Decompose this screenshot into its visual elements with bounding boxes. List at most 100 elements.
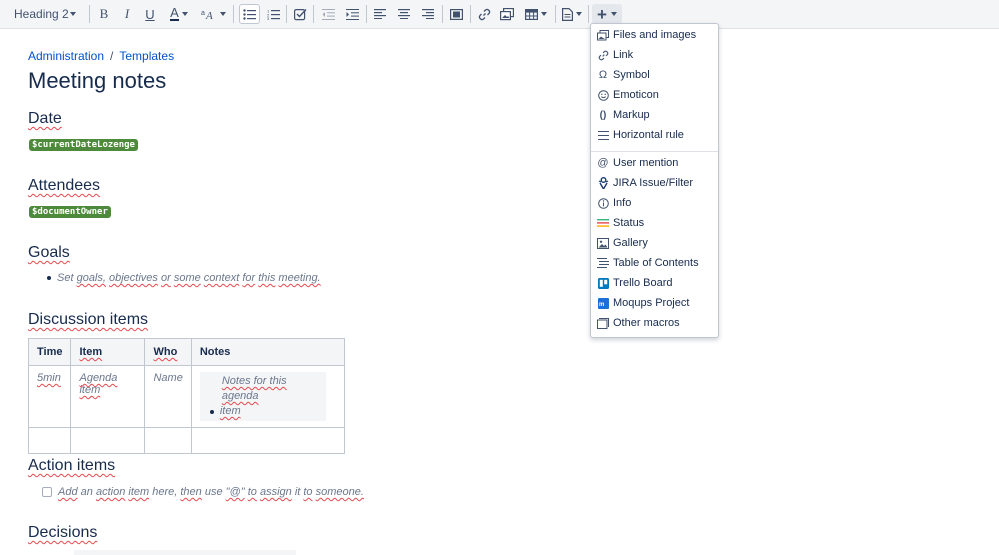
current-date-lozenge[interactable]: $currentDateLozenge [29, 139, 138, 151]
menu-item-label: JIRA Issue/Filter [613, 177, 694, 189]
breadcrumb-separator: / [110, 49, 114, 63]
table-of-contents-icon [597, 257, 609, 269]
table-header-notes[interactable]: Notes [190, 338, 345, 366]
moqups-icon: m [597, 297, 609, 309]
menu-item-label: Info [613, 197, 632, 209]
placeholder-word: an [80, 486, 93, 498]
jira-icon [597, 177, 609, 189]
menu-item-trello-board[interactable]: Trello Board [591, 273, 718, 293]
menu-item-gallery[interactable]: Gallery [591, 233, 718, 253]
smiley-icon [597, 89, 609, 101]
discussion-heading[interactable]: Discussion items [28, 311, 148, 329]
italic-button[interactable]: I [117, 4, 137, 24]
table-cell-item[interactable]: Agenda item [70, 365, 146, 428]
goal-list-item[interactable]: Set goals, objectives or some context fo… [47, 272, 321, 284]
attendees-heading[interactable]: Attendees [28, 177, 100, 195]
table-row: 5min Agenda item Name Notes for this age… [27, 365, 345, 428]
cell-text: 5min [37, 372, 61, 384]
toolbar-divider [286, 5, 287, 23]
breadcrumb-link-administration[interactable]: Administration [28, 49, 104, 63]
date-heading[interactable]: Date [28, 110, 62, 128]
menu-item-other-macros[interactable]: Other macros [591, 313, 718, 333]
task-list-button[interactable] [290, 4, 310, 24]
numbered-list-button[interactable]: 123 [263, 4, 283, 24]
placeholder-word: use [204, 486, 223, 498]
insert-table-button[interactable] [521, 4, 551, 24]
chevron-down-icon [610, 12, 617, 16]
toolbar-divider [470, 5, 471, 23]
table-cell-notes[interactable]: Notes for this agenda item [190, 365, 345, 428]
placeholder-word: then [180, 486, 202, 498]
menu-item-label: Trello Board [613, 277, 673, 289]
chevron-down-icon [181, 12, 188, 16]
chevron-down-icon [541, 12, 547, 16]
toolbar-divider [588, 5, 589, 23]
menu-item-user-mention[interactable]: @ User mention [591, 153, 718, 173]
bold-button[interactable]: B [94, 4, 114, 24]
indent-button[interactable] [342, 4, 362, 24]
insert-image-button[interactable] [497, 4, 517, 24]
menu-item-emoticon[interactable]: Emoticon [591, 85, 718, 105]
decisions-heading[interactable]: Decisions [28, 524, 97, 542]
bold-icon: B [99, 6, 109, 21]
table-cell[interactable] [70, 427, 146, 454]
page-layout-button[interactable] [446, 4, 466, 24]
breadcrumb-link-templates[interactable]: Templates [119, 49, 174, 63]
placeholder-word: assign [259, 486, 292, 498]
goal-placeholder: Set goals, objectives or some context fo… [57, 272, 321, 284]
placeholder-word: or [160, 272, 171, 284]
table-cell-time[interactable]: 5min [27, 365, 72, 428]
text-format-button[interactable]: aA [198, 4, 228, 24]
decisions-placeholder[interactable] [74, 550, 296, 555]
outdent-button[interactable] [318, 4, 338, 24]
notes-placeholder: Notes for this agenda item [199, 372, 326, 421]
toolbar-divider [555, 5, 556, 23]
align-center-button[interactable] [394, 4, 414, 24]
chevron-down-icon [576, 12, 582, 16]
page-template-button[interactable] [559, 4, 585, 24]
menu-item-moqups-project[interactable]: m Moqups Project [591, 293, 718, 313]
menu-item-horizontal-rule[interactable]: Horizontal rule [591, 125, 718, 145]
insert-link-button[interactable] [474, 4, 494, 24]
menu-item-table-of-contents[interactable]: Table of Contents [591, 253, 718, 273]
table-header-time[interactable]: Time [27, 338, 72, 366]
page-layout-icon [449, 8, 463, 20]
table-cell[interactable] [144, 427, 192, 454]
menu-item-info[interactable]: Info [591, 193, 718, 213]
horizontal-rule-icon [597, 129, 609, 141]
placeholder-word: item [128, 486, 150, 498]
menu-item-status[interactable]: Status [591, 213, 718, 233]
action-items-heading[interactable]: Action items [28, 457, 115, 475]
menu-item-link[interactable]: Link [591, 45, 718, 65]
svg-text:3: 3 [267, 16, 270, 20]
menu-item-markup[interactable]: () Markup [591, 105, 718, 125]
action-item[interactable]: Add an action item here, then use "@" to… [42, 486, 364, 498]
document-owner-lozenge[interactable]: $documentOwner [29, 206, 111, 218]
toolbar-divider [313, 5, 314, 23]
text-color-button[interactable]: A [163, 4, 195, 24]
menu-item-files-and-images[interactable]: Files and images [591, 25, 718, 45]
table-header-item[interactable]: Item [70, 338, 146, 366]
goals-heading[interactable]: Goals [28, 244, 70, 262]
page-title[interactable]: Meeting notes [28, 68, 166, 94]
chevron-down-icon [70, 12, 76, 16]
bullet-icon [47, 276, 51, 280]
table-cell[interactable] [190, 427, 345, 454]
table-header-who[interactable]: Who [144, 338, 192, 366]
align-right-button[interactable] [418, 4, 438, 24]
menu-item-symbol[interactable]: Ω Symbol [591, 65, 718, 85]
heading-select[interactable]: Heading 2 [8, 4, 82, 24]
bullet-list-button[interactable] [239, 4, 260, 24]
table-cell[interactable] [27, 427, 72, 454]
header-text: Item [79, 346, 103, 358]
notes-list-item: item [209, 404, 322, 419]
omega-icon: Ω [598, 69, 608, 81]
insert-more-button[interactable]: + [592, 4, 622, 24]
menu-item-label: Other macros [613, 317, 680, 329]
align-left-button[interactable] [370, 4, 390, 24]
task-checkbox[interactable] [42, 487, 52, 497]
menu-item-jira-issue[interactable]: JIRA Issue/Filter [591, 173, 718, 193]
notes-line: Notes for this agenda [221, 375, 287, 402]
table-cell-who[interactable]: Name [144, 365, 192, 428]
underline-button[interactable]: U [140, 4, 160, 24]
